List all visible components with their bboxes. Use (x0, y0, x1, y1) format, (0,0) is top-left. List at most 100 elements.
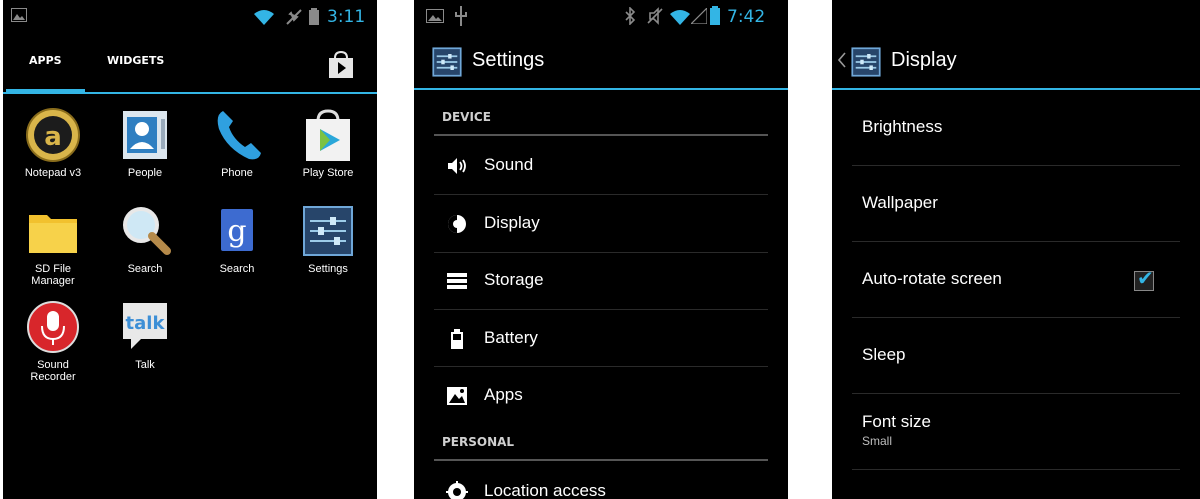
battery-icon (451, 329, 463, 349)
auto-rotate-checkbox[interactable]: ✔ (1134, 266, 1154, 291)
settings-item-label: Apps (484, 385, 523, 404)
status-bar: 3:11 (3, 0, 377, 32)
settings-icon (300, 203, 356, 259)
play-store-icon (300, 107, 356, 163)
app-search[interactable]: Search (100, 203, 190, 275)
settings-item-location-access[interactable]: Location access (434, 463, 768, 499)
status-bar: 7:42 (414, 0, 788, 32)
settings-item-display[interactable]: Display (434, 195, 768, 252)
settings-icon[interactable] (431, 46, 463, 78)
google-search-icon: g (209, 203, 265, 259)
storage-icon (447, 273, 467, 289)
display-item-label: Wallpaper (862, 193, 938, 212)
page-title: Settings (472, 49, 545, 71)
svg-text:g: g (227, 214, 246, 249)
svg-text:talk: talk (126, 313, 166, 334)
app-phone[interactable]: Phone (192, 107, 282, 179)
app-label: Play Store (302, 167, 354, 179)
display-icon (448, 215, 466, 233)
settings-item-label: Battery (484, 328, 538, 347)
people-icon (117, 107, 173, 163)
display-item-brightness[interactable]: Brightness (852, 89, 1180, 165)
magnifier-icon (117, 203, 173, 259)
battery-icon (710, 6, 720, 25)
tab-apps[interactable]: APPS (29, 54, 62, 67)
app-google-search[interactable]: g Search (192, 203, 282, 275)
section-header-device: DEVICE (442, 110, 491, 124)
mute-icon (647, 7, 663, 25)
app-label: Phone (221, 167, 253, 179)
status-time: 3:11 (327, 7, 366, 27)
section-divider (434, 459, 768, 461)
action-bar: Settings (414, 32, 788, 88)
airplane-icon (286, 9, 302, 25)
tabs-divider (3, 92, 377, 94)
app-talk[interactable]: talk Talk (100, 299, 190, 371)
tab-widgets[interactable]: WIDGETS (107, 54, 164, 67)
microphone-icon (25, 299, 81, 355)
app-label: Settings (308, 263, 348, 275)
page-title: Display (891, 49, 957, 71)
battery-icon (309, 8, 319, 25)
action-bar-divider (414, 88, 788, 90)
settings-icon[interactable] (850, 46, 882, 78)
app-label: Sound Recorder (30, 359, 76, 383)
app-label: Search (127, 263, 163, 275)
section-header-personal: PERSONAL (442, 435, 515, 449)
signal-icon (691, 8, 707, 24)
settings-item-label: Location access (484, 481, 606, 499)
sound-icon (448, 158, 466, 174)
app-sd-file-manager[interactable]: SD File Manager (8, 203, 98, 287)
settings-item-label: Sound (484, 155, 534, 174)
settings-item-sound[interactable]: Sound (434, 137, 768, 194)
display-item-label: Auto-rotate screen (862, 269, 1002, 288)
wifi-icon (670, 10, 690, 25)
settings-item-label: Storage (484, 270, 544, 289)
bluetooth-icon (625, 7, 636, 25)
divider (852, 469, 1180, 470)
notepad-icon: a (25, 107, 81, 163)
app-drawer-screen: 3:11 APPS WIDGETS a Notepad v3 People Ph… (3, 0, 377, 499)
display-settings-screen: Display Brightness Wallpaper Auto-rotate… (832, 0, 1200, 499)
display-item-label: Font size (862, 412, 931, 431)
wifi-icon (254, 10, 274, 25)
display-item-summary: Small (862, 434, 893, 448)
display-item-label: Brightness (862, 117, 943, 136)
app-label: Search (219, 263, 255, 275)
display-item-label: Sleep (862, 345, 906, 364)
action-bar: Display (832, 32, 1200, 88)
settings-item-label: Display (484, 213, 540, 232)
display-item-font-size[interactable]: Font size Small (852, 384, 1180, 460)
app-settings[interactable]: Settings (283, 203, 373, 275)
app-notepad[interactable]: a Notepad v3 (8, 107, 98, 179)
talk-icon: talk (117, 299, 173, 355)
usb-icon (455, 6, 467, 26)
display-item-auto-rotate[interactable]: Auto-rotate screen ✔ (852, 241, 1180, 317)
settings-screen: 7:42 Settings DEVICE Sound Display Stora… (414, 0, 788, 499)
phone-icon (209, 107, 265, 163)
app-people[interactable]: People (100, 107, 190, 179)
svg-text:a: a (44, 122, 62, 152)
settings-item-apps[interactable]: Apps (434, 367, 768, 424)
picture-icon (426, 9, 444, 23)
display-item-wallpaper[interactable]: Wallpaper (852, 165, 1180, 241)
folder-icon (25, 203, 81, 259)
app-label: Notepad v3 (24, 167, 82, 179)
app-label: Talk (135, 359, 155, 371)
section-divider (434, 134, 768, 136)
app-label: SD File Manager (31, 263, 75, 287)
back-icon[interactable] (838, 52, 846, 68)
display-item-sleep[interactable]: Sleep (852, 317, 1180, 393)
status-time: 7:42 (727, 7, 766, 27)
picture-icon (11, 8, 27, 22)
drawer-tabs: APPS WIDGETS (3, 32, 377, 94)
play-store-bag-icon[interactable] (325, 50, 357, 80)
app-sound-recorder[interactable]: Sound Recorder (8, 299, 98, 383)
settings-item-battery[interactable]: Battery (434, 310, 768, 367)
settings-item-storage[interactable]: Storage (434, 252, 768, 309)
app-play-store[interactable]: Play Store (283, 107, 373, 179)
check-icon: ✔ (1137, 266, 1154, 290)
location-icon (446, 481, 468, 499)
app-label: People (127, 167, 163, 179)
apps-icon (447, 387, 467, 405)
